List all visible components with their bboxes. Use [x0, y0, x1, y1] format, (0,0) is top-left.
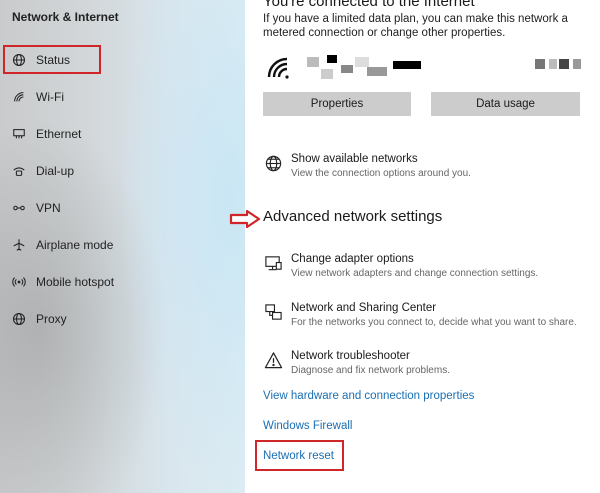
sidebar-item-label: Mobile hotspot — [36, 275, 115, 289]
sidebar-item-vpn[interactable]: VPN — [10, 196, 230, 220]
sidebar-item-status[interactable]: Status — [10, 48, 230, 72]
sidebar-item-label: Wi-Fi — [36, 90, 64, 104]
redacted-network-name — [307, 55, 427, 83]
monitor-icon — [263, 253, 283, 273]
airplane-icon — [10, 238, 28, 252]
wifi-signal-icon — [267, 57, 293, 86]
hotspot-icon — [10, 275, 28, 289]
sidebar-item-label: Airplane mode — [36, 238, 114, 252]
windows-firewall-link[interactable]: Windows Firewall — [263, 420, 352, 432]
network-reset-link[interactable]: Network reset — [263, 450, 334, 462]
warning-icon — [263, 350, 283, 370]
sidebar: Network & Internet Status Wi-Fi Ethernet — [0, 0, 245, 493]
sidebar-item-ethernet[interactable]: Ethernet — [10, 122, 230, 146]
properties-button[interactable]: Properties — [263, 92, 411, 116]
dialup-icon — [10, 164, 28, 178]
main-content: You're connected to the Internet If you … — [229, 0, 600, 493]
connection-description: If you have a limited data plan, you can… — [263, 13, 568, 39]
redacted-data-usage — [535, 55, 585, 75]
sidebar-item-label: VPN — [36, 201, 61, 215]
sidebar-item-label: Proxy — [36, 312, 67, 326]
troubleshooter-title: Network troubleshooter — [291, 350, 410, 362]
network-status-row — [267, 55, 597, 85]
sidebar-item-label: Status — [36, 53, 71, 67]
wifi-icon — [10, 90, 28, 104]
red-arrow-indicator — [229, 209, 261, 233]
sidebar-item-airplane[interactable]: Airplane mode — [10, 233, 230, 257]
globe-icon — [10, 312, 28, 326]
data-usage-button[interactable]: Data usage — [431, 92, 580, 116]
sidebar-item-hotspot[interactable]: Mobile hotspot — [10, 270, 230, 294]
advanced-network-settings-heading: Advanced network settings — [263, 208, 443, 225]
sidebar-item-wifi[interactable]: Wi-Fi — [10, 85, 230, 109]
adapter-subtitle: View network adapters and change connect… — [291, 268, 539, 279]
view-hardware-link[interactable]: View hardware and connection properties — [263, 390, 474, 402]
sidebar-item-dialup[interactable]: Dial-up — [10, 159, 230, 183]
sharing-title: Network and Sharing Center — [291, 302, 437, 314]
network-troubleshooter[interactable]: Network troubleshooter Diagnose and fix … — [263, 349, 450, 377]
troubleshooter-subtitle: Diagnose and fix network problems. — [291, 365, 450, 376]
network-and-sharing-center[interactable]: Network and Sharing Center For the netwo… — [263, 301, 577, 329]
show-available-networks[interactable]: Show available networks View the connect… — [263, 152, 471, 180]
sidebar-item-label: Dial-up — [36, 164, 75, 178]
show-networks-title: Show available networks — [291, 153, 418, 165]
change-adapter-options[interactable]: Change adapter options View network adap… — [263, 252, 538, 280]
vpn-icon — [10, 201, 28, 215]
show-networks-subtitle: View the connection options around you. — [291, 168, 471, 179]
globe-icon — [10, 53, 28, 67]
adapter-title: Change adapter options — [291, 253, 414, 265]
globe-network-icon — [263, 153, 283, 173]
sidebar-item-label: Ethernet — [36, 127, 82, 141]
ethernet-icon — [10, 127, 28, 141]
sharing-center-icon — [263, 302, 283, 322]
sidebar-title: Network & Internet — [12, 10, 119, 24]
sharing-subtitle: For the networks you connect to, decide … — [291, 317, 577, 328]
connection-heading: You're connected to the Internet — [263, 0, 475, 10]
sidebar-item-proxy[interactable]: Proxy — [10, 307, 230, 331]
